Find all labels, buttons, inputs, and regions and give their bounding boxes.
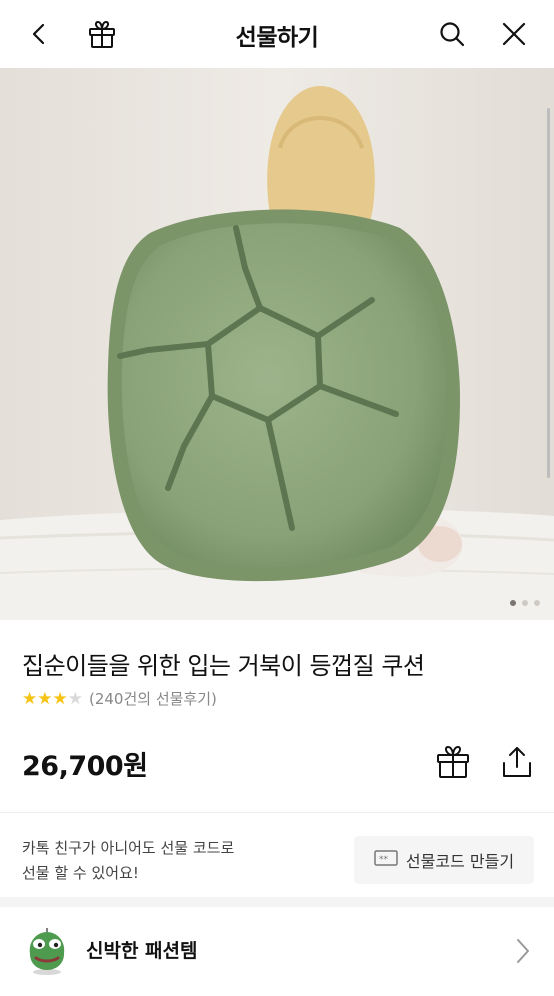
gift-code-description: 카톡 친구가 아니어도 선물 코드로 선물 할 수 있어요! [22, 836, 234, 886]
product-image[interactable] [0, 68, 554, 620]
section-divider [0, 897, 554, 907]
close-icon[interactable] [494, 14, 534, 54]
rating-row[interactable]: ★★★★ (240건의 선물후기) [22, 688, 217, 709]
carousel-dot[interactable] [534, 600, 540, 606]
review-count: (240건의 선물후기) [88, 690, 217, 708]
product-price: 26,700원 [22, 751, 148, 782]
create-gift-code-button[interactable]: ** 선물코드 만들기 [354, 836, 534, 884]
brand-avatar [22, 924, 72, 976]
carousel-indicator [510, 600, 540, 606]
gift-button[interactable] [434, 743, 472, 781]
top-bar: 선물하기 [0, 0, 554, 68]
carousel-dot[interactable] [510, 600, 516, 606]
svg-text:**: ** [379, 855, 389, 865]
carousel-dot[interactable] [522, 600, 528, 606]
product-title: 집순이들을 위한 입는 거북이 등껍질 쿠션 [22, 652, 425, 680]
gift-code-line2: 선물 할 수 있어요! [22, 864, 139, 882]
ticket-icon: ** [374, 850, 398, 870]
brand-name: 신박한 패션템 [86, 940, 198, 962]
rating-stars: ★★★★ [22, 688, 83, 709]
chevron-right-icon[interactable] [516, 938, 530, 968]
create-gift-code-label: 선물코드 만들기 [405, 852, 515, 871]
brand-row[interactable]: 신박한 패션템 [0, 908, 554, 996]
divider [0, 812, 554, 813]
share-icon[interactable] [498, 743, 536, 781]
scrollbar[interactable] [547, 108, 550, 478]
gift-code-line1: 카톡 친구가 아니어도 선물 코드로 [22, 839, 235, 857]
search-icon[interactable] [432, 14, 472, 54]
